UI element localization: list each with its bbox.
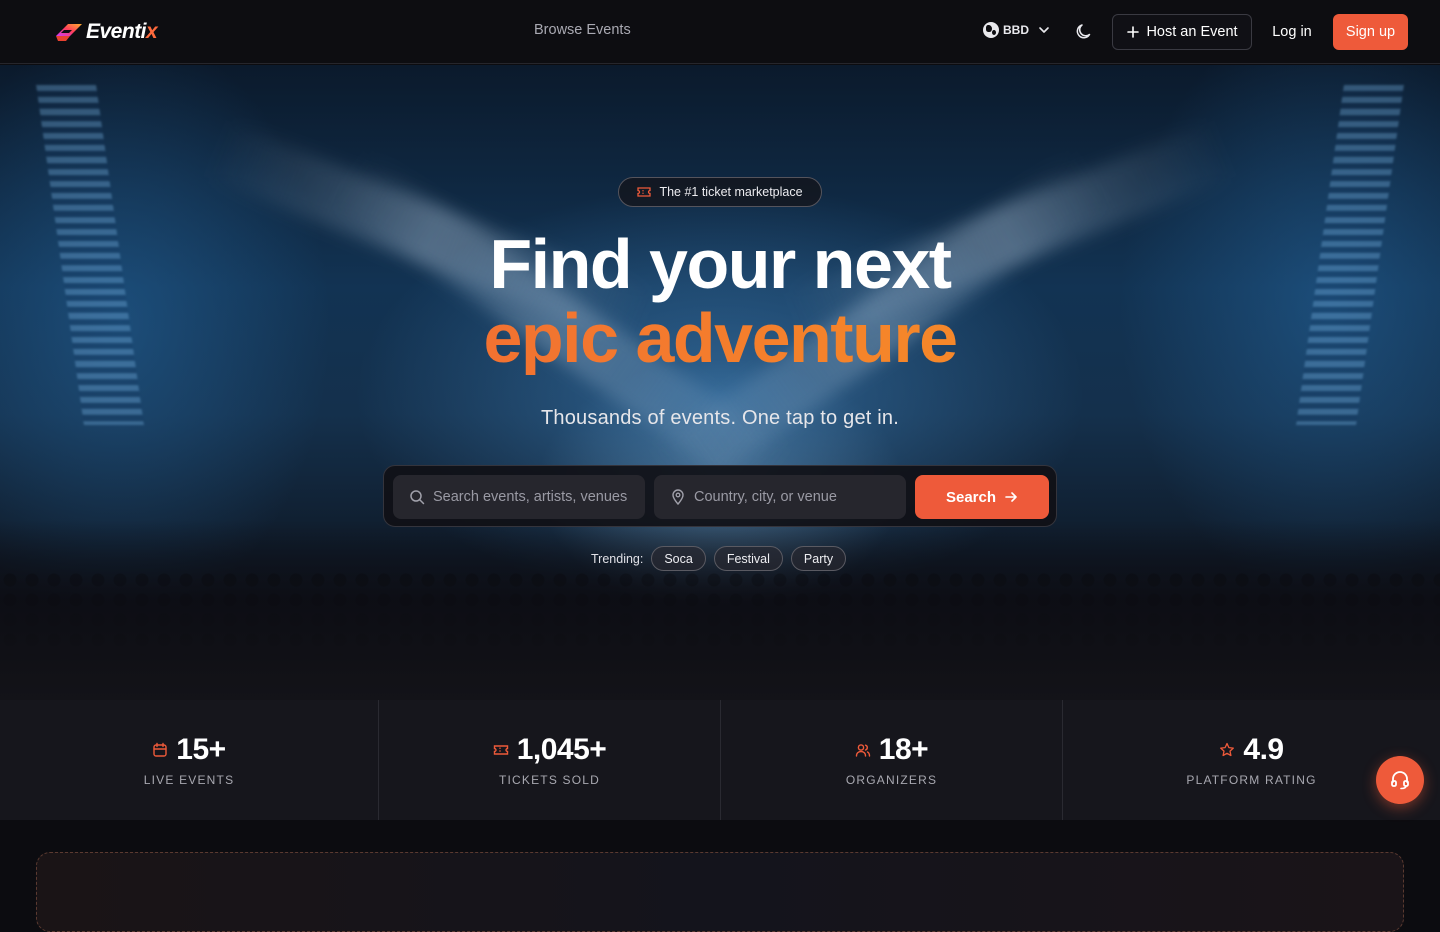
stat-label: ORGANIZERS <box>845 773 938 787</box>
lower-section <box>0 820 1440 932</box>
hero-title-line1: Find your next <box>489 225 952 303</box>
trending-tags: Trending: Soca Festival Party <box>591 546 847 571</box>
stat-live-events: 15+ LIVE EVENTS <box>0 700 379 820</box>
star-icon <box>1220 742 1235 757</box>
stat-organizers: 18+ ORGANIZERS <box>721 700 1063 820</box>
currency-label: BBD <box>1003 23 1029 37</box>
login-button[interactable]: Log in <box>1262 14 1322 50</box>
event-search-field <box>393 475 645 519</box>
support-chat-button[interactable] <box>1376 756 1424 804</box>
trending-chip-festival[interactable]: Festival <box>713 546 783 571</box>
stat-platform-rating: 4.9 PLATFORM RATING <box>1063 700 1440 820</box>
location-field <box>654 475 906 519</box>
top-nav: Eventix Browse Events BBD Host an Event … <box>0 0 1440 64</box>
hero-badge: The #1 ticket marketplace <box>618 177 822 207</box>
location-input[interactable] <box>694 489 904 505</box>
arrow-right-icon <box>1005 492 1017 502</box>
stat-value: 4.9 <box>1243 733 1284 766</box>
stat-value: 15+ <box>176 733 226 766</box>
trending-label: Trending: <box>591 551 644 566</box>
ticket-icon <box>493 745 508 755</box>
map-pin-icon <box>672 489 684 505</box>
search-button-label: Search <box>945 488 997 506</box>
search-button[interactable]: Search <box>915 475 1049 519</box>
currency-selector[interactable]: BBD <box>983 22 1051 38</box>
ticket-icon <box>637 187 652 197</box>
search-input[interactable] <box>433 489 643 505</box>
stats-bar: 15+ LIVE EVENTS 1,045+ TICKETS SOLD 18+ … <box>0 700 1440 820</box>
eventix-logo[interactable]: Eventix <box>54 18 158 46</box>
host-event-button[interactable]: Host an Event <box>1112 14 1252 50</box>
plus-icon <box>1127 26 1140 38</box>
hero-section: The #1 ticket marketplace Find your next… <box>0 65 1440 700</box>
stat-label: LIVE EVENTS <box>143 773 235 787</box>
logo-mark-icon <box>56 24 82 41</box>
hero-badge-text: The #1 ticket marketplace <box>659 185 803 199</box>
signup-button[interactable]: Sign up <box>1333 14 1408 50</box>
stat-value: 1,045+ <box>516 733 607 766</box>
stat-tickets-sold: 1,045+ TICKETS SOLD <box>379 700 721 820</box>
chevron-down-icon <box>1039 27 1049 33</box>
stat-label: PLATFORM RATING <box>1186 773 1317 787</box>
stat-value: 18+ <box>878 733 929 766</box>
stat-label: TICKETS SOLD <box>498 773 601 787</box>
search-bar: Search <box>383 465 1057 527</box>
search-icon <box>410 490 425 505</box>
globe-icon <box>983 22 999 38</box>
browse-events-link[interactable]: Browse Events <box>534 22 631 38</box>
hero-subtitle: Thousands of events. One tap to get in. <box>540 407 900 429</box>
calendar-icon <box>153 742 167 757</box>
users-icon <box>855 744 870 757</box>
moon-icon[interactable] <box>1074 22 1094 42</box>
hero-title-line2: epic adventure <box>0 301 1440 375</box>
logo-text: Eventix <box>86 20 158 43</box>
promo-panel <box>36 852 1404 932</box>
trending-chip-soca[interactable]: Soca <box>651 546 706 571</box>
headset-icon <box>1391 771 1409 790</box>
host-event-label: Host an Event <box>1146 24 1238 40</box>
trending-chip-party[interactable]: Party <box>790 546 847 571</box>
